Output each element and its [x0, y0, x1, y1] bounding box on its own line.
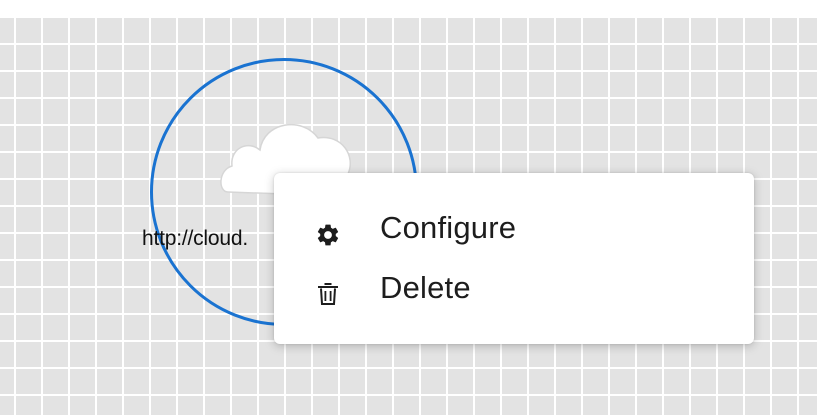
context-menu: Configure Delete — [274, 173, 754, 344]
delete-menu-item[interactable]: Delete — [274, 268, 754, 334]
gear-icon — [314, 221, 342, 249]
node-url-label: http://cloud. — [142, 227, 248, 250]
configure-menu-item[interactable]: Configure — [274, 202, 754, 268]
configure-label: Configure — [380, 210, 517, 245]
trash-icon — [314, 280, 342, 308]
canvas-top-strip — [0, 0, 817, 16]
delete-label: Delete — [380, 270, 471, 305]
grid-canvas[interactable]: http://cloud. Configure Delete — [0, 0, 817, 415]
